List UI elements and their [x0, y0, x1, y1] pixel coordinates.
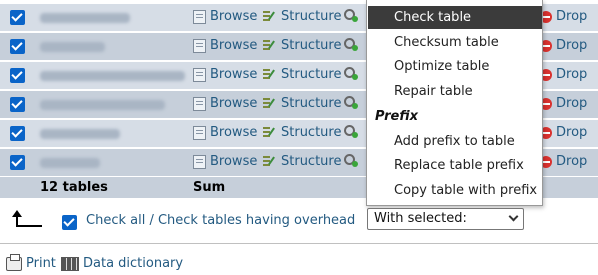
with-selected-select[interactable]: With selected:	[367, 208, 524, 230]
menu-item-check-table[interactable]: Check table	[368, 6, 542, 29]
row-checkbox[interactable]	[10, 10, 25, 25]
search-link[interactable]	[344, 125, 358, 139]
table-name-blurred[interactable]	[40, 13, 130, 23]
search-icon	[344, 96, 358, 110]
menu-item-optimize-table[interactable]: Optimize table	[368, 55, 542, 78]
sum-label: Sum	[193, 180, 226, 195]
check-all-link[interactable]: Check all	[86, 213, 145, 228]
browse-link[interactable]: Browse	[193, 67, 257, 82]
drop-link[interactable]: Drop	[540, 154, 587, 169]
menu-item-replace-prefix[interactable]: Replace table prefix	[368, 154, 542, 177]
table-count: 12 tables	[40, 180, 108, 195]
structure-icon	[262, 10, 277, 24]
structure-link[interactable]: Structure	[262, 125, 341, 140]
menu-item-checksum-table[interactable]: Checksum table	[368, 31, 542, 54]
browse-link[interactable]: Browse	[193, 38, 257, 53]
browse-icon	[193, 154, 206, 169]
structure-icon	[262, 68, 277, 82]
search-icon	[344, 154, 358, 168]
browse-icon	[193, 96, 206, 111]
drop-link[interactable]: Drop	[540, 67, 587, 82]
browse-icon	[193, 38, 206, 53]
data-dictionary-icon	[61, 256, 79, 271]
drop-link[interactable]: Drop	[540, 38, 587, 53]
search-link[interactable]	[344, 96, 358, 110]
browse-icon	[193, 125, 206, 140]
drop-link[interactable]: Drop	[540, 96, 587, 111]
structure-link[interactable]: Structure	[262, 9, 341, 24]
with-selected-value: With selected:	[374, 211, 467, 226]
structure-icon	[262, 126, 277, 140]
with-selected-dropdown-menu: Check table Checksum table Optimize tabl…	[366, 0, 543, 206]
row-checkbox[interactable]	[10, 155, 25, 170]
search-icon	[344, 67, 358, 81]
browse-icon	[193, 67, 206, 82]
search-link[interactable]	[344, 38, 358, 52]
search-icon	[344, 9, 358, 23]
browse-icon	[193, 9, 206, 24]
check-all-links: Check all / Check tables having overhead	[86, 213, 355, 228]
menu-item-repair-table[interactable]: Repair table	[368, 80, 542, 103]
check-all-checkbox[interactable]	[62, 215, 77, 230]
browse-link[interactable]: Browse	[193, 125, 257, 140]
structure-icon	[262, 97, 277, 111]
menu-group-prefix: Prefix	[375, 109, 418, 124]
row-checkbox[interactable]	[10, 68, 25, 83]
select-arrow-icon	[12, 210, 42, 228]
table-name-blurred[interactable]	[40, 129, 120, 139]
print-link[interactable]: Print	[6, 253, 56, 271]
structure-link[interactable]: Structure	[262, 96, 341, 111]
table-name-blurred[interactable]	[40, 71, 185, 81]
table-name-blurred[interactable]	[40, 100, 165, 110]
check-overhead-link[interactable]: Check tables having overhead	[158, 213, 355, 228]
link-separator: /	[145, 213, 158, 228]
row-checkbox[interactable]	[10, 126, 25, 141]
structure-icon	[262, 39, 277, 53]
search-link[interactable]	[344, 9, 358, 23]
row-checkbox[interactable]	[10, 39, 25, 54]
drop-link[interactable]: Drop	[540, 9, 587, 24]
structure-icon	[262, 155, 277, 169]
row-checkbox[interactable]	[10, 97, 25, 112]
structure-link[interactable]: Structure	[262, 67, 341, 82]
drop-link[interactable]: Drop	[540, 125, 587, 140]
table-name-blurred[interactable]	[40, 42, 105, 52]
table-name-blurred[interactable]	[40, 158, 100, 168]
chevron-down-icon	[508, 211, 519, 222]
search-icon	[344, 38, 358, 52]
browse-link[interactable]: Browse	[193, 154, 257, 169]
browse-link[interactable]: Browse	[193, 96, 257, 111]
print-icon	[6, 253, 22, 271]
search-link[interactable]	[344, 154, 358, 168]
structure-link[interactable]: Structure	[262, 154, 341, 169]
structure-link[interactable]: Structure	[262, 38, 341, 53]
data-dictionary-link[interactable]: Data dictionary	[61, 256, 183, 271]
browse-link[interactable]: Browse	[193, 9, 257, 24]
menu-item-copy-with-prefix[interactable]: Copy table with prefix	[368, 179, 542, 202]
menu-item-add-prefix[interactable]: Add prefix to table	[368, 130, 542, 153]
divider	[0, 243, 598, 244]
search-link[interactable]	[344, 67, 358, 81]
search-icon	[344, 125, 358, 139]
